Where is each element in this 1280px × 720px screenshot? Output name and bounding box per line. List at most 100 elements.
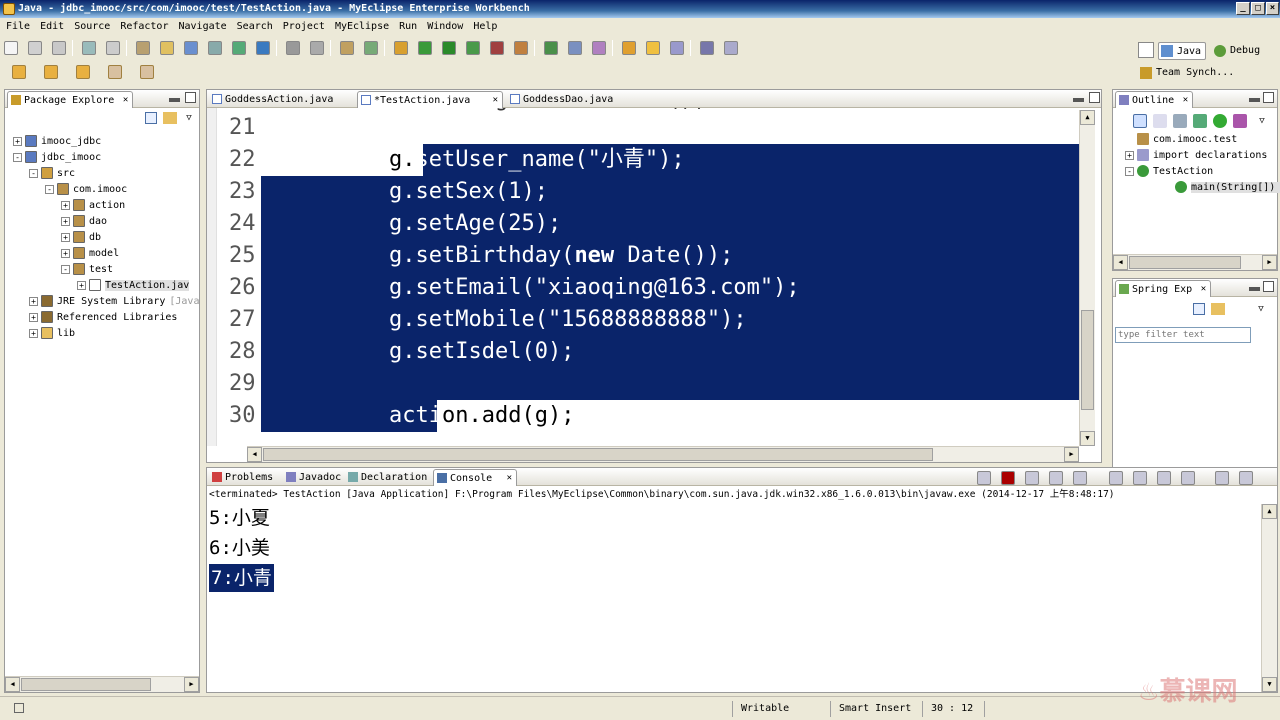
- new-console-icon[interactable]: [1157, 471, 1171, 485]
- tree-item[interactable]: + TestAction.jav: [77, 278, 190, 294]
- maximize-editor-icon[interactable]: [1089, 92, 1100, 103]
- maximize-view-icon[interactable]: [185, 92, 196, 103]
- maximize-view-icon[interactable]: [1263, 92, 1274, 103]
- collapse-icon[interactable]: -: [29, 168, 38, 178]
- scroll-thumb[interactable]: [21, 678, 151, 691]
- server-icon[interactable]: [364, 41, 378, 55]
- fast-view-icon[interactable]: [14, 703, 24, 713]
- menu-refactor[interactable]: Refactor: [114, 18, 172, 35]
- collapse-all-icon[interactable]: [1193, 303, 1205, 315]
- console-scrollbar[interactable]: ▲ ▼: [1261, 504, 1277, 692]
- code-line[interactable]: action.add(g);: [389, 400, 574, 432]
- debug-icon[interactable]: [418, 41, 432, 55]
- expand-icon[interactable]: +: [1125, 150, 1134, 160]
- outline-scrollbar[interactable]: ◀ ▶: [1113, 254, 1277, 270]
- code-line[interactable]: g.setMobile("15688888888");: [389, 304, 747, 336]
- tree-item[interactable]: + model: [61, 246, 119, 262]
- forward-icon[interactable]: [310, 41, 324, 55]
- collapse-icon[interactable]: -: [1125, 166, 1134, 176]
- close-icon[interactable]: ✕: [1183, 92, 1188, 109]
- maximize-view-icon[interactable]: [1263, 281, 1274, 292]
- deploy-icon[interactable]: [340, 41, 354, 55]
- outline-item[interactable]: com.imooc.test: [1125, 132, 1237, 148]
- minimize-view-icon[interactable]: [1249, 98, 1260, 102]
- minimize-button[interactable]: _: [1236, 2, 1250, 15]
- editor-hscroll-thumb[interactable]: [263, 448, 933, 461]
- show-whitespace-icon[interactable]: [724, 41, 738, 55]
- tab-declaration[interactable]: Declaration: [345, 469, 431, 486]
- editor-vertical-scrollbar[interactable]: ▲ ▼: [1079, 110, 1095, 446]
- editor-tab-goddessdaojava[interactable]: GoddessDao.java: [507, 91, 637, 108]
- outline-item[interactable]: main(String[]) :: [1163, 180, 1280, 196]
- sort-icon[interactable]: [1153, 114, 1167, 128]
- scroll-down-icon[interactable]: ▼: [1080, 431, 1095, 446]
- save-icon[interactable]: [28, 41, 42, 55]
- scroll-down-icon[interactable]: ▼: [1262, 677, 1277, 692]
- new-project-icon[interactable]: [136, 41, 150, 55]
- code-area[interactable]: Goddess g=new Goddess(); 21 22 g.setUser_na…: [217, 108, 1079, 446]
- tree-item[interactable]: - test: [61, 262, 113, 278]
- hide-non-public-icon[interactable]: [1213, 114, 1227, 128]
- tab-outline[interactable]: Outline ✕: [1115, 91, 1194, 109]
- open-web-icon[interactable]: [208, 41, 222, 55]
- tab-console[interactable]: Console ✕: [433, 469, 517, 486]
- run-icon[interactable]: [442, 41, 456, 55]
- outline-scroll-thumb[interactable]: [1129, 256, 1241, 269]
- code-line[interactable]: g.setIsdel(0);: [389, 336, 574, 368]
- bookmark-icon[interactable]: [592, 41, 606, 55]
- last-edit-icon[interactable]: [76, 65, 90, 79]
- expand-icon[interactable]: +: [61, 200, 70, 210]
- back-icon[interactable]: [286, 41, 300, 55]
- menu-run[interactable]: Run: [393, 18, 421, 35]
- hide-fields-icon[interactable]: [1173, 114, 1187, 128]
- expand-icon[interactable]: +: [29, 328, 38, 338]
- tree-item[interactable]: + imooc_jdbc: [13, 134, 101, 150]
- maximize-button[interactable]: □: [1251, 2, 1265, 15]
- editor-tab-goddessactionjava[interactable]: GoddessAction.java: [209, 91, 339, 108]
- view-menu-icon[interactable]: ▽: [1255, 303, 1267, 315]
- code-line[interactable]: g.setUser_name("小青");: [389, 144, 685, 176]
- scroll-lock-icon[interactable]: [1049, 471, 1063, 485]
- pin-icon[interactable]: [1109, 471, 1123, 485]
- collapse-all-icon[interactable]: [145, 112, 157, 124]
- build-icon[interactable]: [514, 41, 528, 55]
- expand-icon[interactable]: +: [61, 232, 70, 242]
- scroll-left-icon[interactable]: ◀: [1113, 255, 1128, 270]
- collapse-all-icon[interactable]: [1133, 114, 1147, 128]
- hide-static-icon[interactable]: [1193, 114, 1207, 128]
- tree-item[interactable]: + db: [61, 230, 101, 246]
- code-line[interactable]: g.setSex(1);: [389, 176, 548, 208]
- minimize-view-icon[interactable]: [1249, 287, 1260, 291]
- external-tools-icon[interactable]: [490, 41, 504, 55]
- code-line[interactable]: g.setAge(25);: [389, 208, 561, 240]
- collapse-icon[interactable]: -: [45, 184, 54, 194]
- view-menu-icon[interactable]: ▽: [183, 112, 195, 124]
- tab-package-explorer[interactable]: Package Explore ✕: [7, 91, 134, 109]
- view-menu-icon[interactable]: ▽: [1255, 114, 1269, 128]
- menu-project[interactable]: Project: [277, 18, 329, 35]
- perspective-team-sync[interactable]: Team Synch...: [1138, 64, 1234, 82]
- minimize-view-icon[interactable]: [1215, 471, 1229, 485]
- tab-javadoc[interactable]: Javadoc: [283, 469, 343, 486]
- tab-spring-explorer[interactable]: Spring Exp ✕: [1115, 280, 1212, 297]
- hide-local-types-icon[interactable]: [1233, 114, 1247, 128]
- new-class-icon[interactable]: [184, 41, 198, 55]
- close-icon[interactable]: ✕: [123, 92, 128, 109]
- tree-item[interactable]: + JRE System Library [Java: [29, 294, 199, 310]
- clear-icon[interactable]: [977, 471, 991, 485]
- print-icon[interactable]: [82, 41, 96, 55]
- next-annotation-icon[interactable]: [12, 65, 26, 79]
- menu-help[interactable]: Help: [467, 18, 501, 35]
- close-icon[interactable]: ✕: [493, 92, 498, 109]
- coverage-icon[interactable]: [466, 41, 480, 55]
- expand-icon[interactable]: +: [29, 312, 38, 322]
- new-icon[interactable]: [4, 41, 18, 55]
- open-perspective-icon[interactable]: [1138, 42, 1154, 58]
- menu-search[interactable]: Search: [231, 18, 277, 35]
- menu-window[interactable]: Window: [421, 18, 467, 35]
- horizontal-scrollbar[interactable]: ◀ ▶: [5, 676, 199, 692]
- maximize-view-icon[interactable]: [1239, 471, 1253, 485]
- expand-icon[interactable]: +: [61, 216, 70, 226]
- tree-item[interactable]: - com.imooc: [45, 182, 127, 198]
- terminate-icon[interactable]: [1001, 471, 1015, 485]
